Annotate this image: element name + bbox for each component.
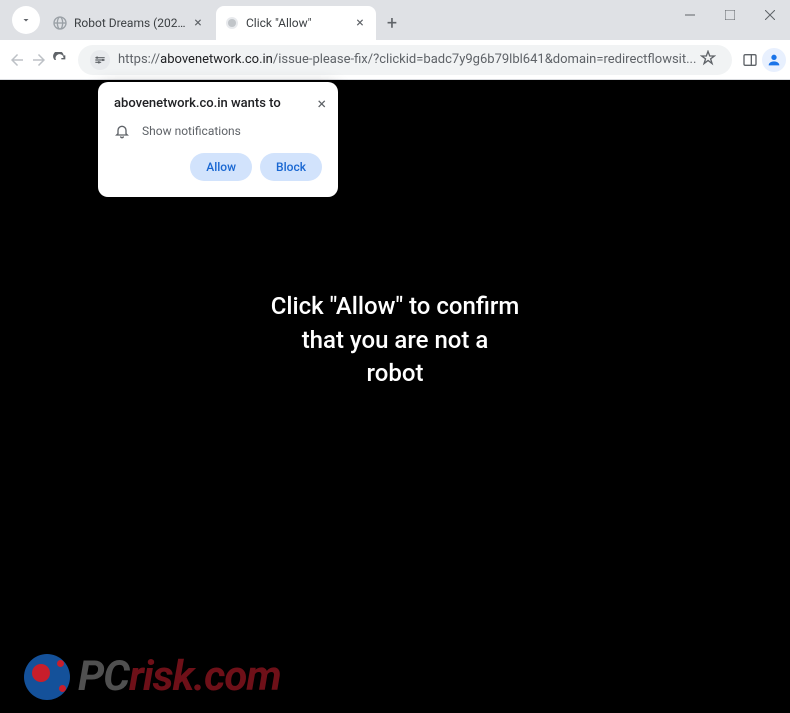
watermark-logo-icon	[24, 654, 70, 700]
browser-titlebar: Robot Dreams (2023) YIFY - Do... × Click…	[0, 0, 790, 40]
minimize-button[interactable]	[670, 0, 710, 30]
chevron-down-icon	[20, 14, 32, 26]
new-tab-button[interactable]: +	[378, 9, 406, 37]
browser-toolbar: https://abovenetwork.co.in/issue-please-…	[0, 40, 790, 80]
forward-button[interactable]	[30, 46, 48, 74]
tab-close-button[interactable]: ×	[190, 15, 206, 31]
maximize-button[interactable]	[710, 0, 750, 30]
block-button[interactable]: Block	[260, 153, 322, 181]
permission-title: abovenetwork.co.in wants to	[114, 96, 322, 111]
watermark-text: PCrisk.com	[78, 652, 281, 701]
tab-active[interactable]: Click "Allow" ×	[216, 6, 376, 40]
site-info-icon[interactable]	[90, 50, 110, 70]
bookmark-star-icon[interactable]	[696, 50, 720, 70]
permission-close-button[interactable]: ×	[317, 94, 326, 113]
page-message: Click "Allow" to confirm that you are no…	[271, 290, 520, 391]
allow-button[interactable]: Allow	[190, 153, 252, 181]
side-panel-icon[interactable]	[742, 46, 758, 74]
address-bar[interactable]: https://abovenetwork.co.in/issue-please-…	[78, 45, 732, 75]
url-text: https://abovenetwork.co.in/issue-please-…	[118, 52, 696, 67]
tab-inactive[interactable]: Robot Dreams (2023) YIFY - Do... ×	[44, 6, 214, 40]
page-content: abovenetwork.co.in wants to × Show notif…	[0, 80, 790, 713]
bell-icon	[114, 123, 130, 139]
profile-icon	[766, 52, 782, 68]
back-button[interactable]	[8, 46, 26, 74]
tab-title: Robot Dreams (2023) YIFY - Do...	[74, 16, 190, 30]
notification-permission-popup: abovenetwork.co.in wants to × Show notif…	[98, 82, 338, 197]
globe-icon	[52, 15, 68, 31]
close-window-button[interactable]	[750, 0, 790, 30]
tab-close-button[interactable]: ×	[352, 15, 368, 31]
tab-title: Click "Allow"	[246, 16, 352, 30]
page-icon	[224, 15, 240, 31]
reload-button[interactable]	[52, 46, 68, 74]
watermark: PCrisk.com	[24, 652, 281, 701]
profile-button[interactable]	[762, 46, 786, 74]
permission-option-label: Show notifications	[142, 124, 241, 138]
tab-search-button[interactable]	[12, 6, 40, 34]
